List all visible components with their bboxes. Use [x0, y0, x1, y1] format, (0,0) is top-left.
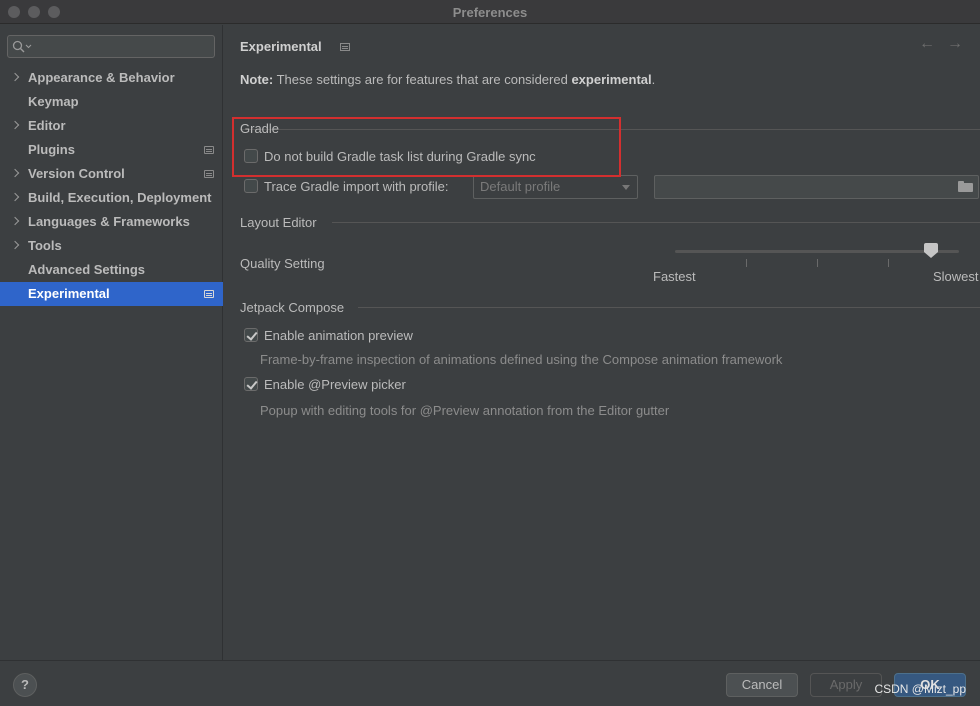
profile-path-field[interactable] [654, 175, 979, 199]
chevron-right-icon[interactable] [10, 120, 20, 130]
preview-picker-option[interactable]: Enable @Preview picker [244, 375, 406, 393]
sidebar-item-label: Plugins [28, 142, 75, 157]
slider-max-label: Slowest [933, 269, 979, 284]
forward-arrow-icon[interactable]: → [947, 35, 963, 53]
group-separator [332, 222, 980, 223]
preview-picker-checkbox[interactable] [244, 377, 258, 391]
trace-import-label: Trace Gradle import with profile: [264, 178, 449, 194]
sidebar-item-version-control[interactable]: Version Control [0, 162, 223, 186]
window-title: Preferences [452, 5, 528, 20]
quality-slider-track[interactable] [675, 250, 959, 253]
group-separator [358, 307, 980, 308]
sidebar-item-label: Build, Execution, Deployment [28, 190, 212, 205]
note-emphasis: experimental [571, 72, 652, 87]
note-end: . [651, 72, 656, 87]
folder-icon[interactable] [958, 181, 973, 193]
cancel-button[interactable]: Cancel [726, 673, 798, 697]
dialog-footer: ? Cancel Apply OK CSDN @Mizt_pp [0, 660, 980, 706]
profile-select[interactable]: Default profile [473, 175, 638, 199]
sidebar-item-build-execution-deployment[interactable]: Build, Execution, Deployment [0, 186, 223, 210]
sidebar-item-label: Advanced Settings [28, 262, 146, 277]
annotation-highlight-box [232, 117, 621, 177]
sidebar-item-label: Tools [28, 238, 62, 253]
sidebar-item-label: Keymap [28, 94, 79, 109]
help-button[interactable]: ? [13, 673, 37, 697]
settings-tree: Appearance & Behavior Keymap Editor Plug… [0, 66, 223, 306]
project-settings-icon [204, 146, 214, 154]
sidebar-item-label: Editor [28, 118, 66, 133]
animation-preview-label: Enable animation preview [264, 327, 413, 343]
chevron-right-icon[interactable] [10, 168, 20, 178]
sidebar-item-keymap[interactable]: Keymap [0, 90, 223, 114]
slider-min-label: Fastest [653, 269, 696, 284]
chevron-right-icon[interactable] [10, 192, 20, 202]
project-settings-icon [204, 170, 214, 178]
jetpack-compose-group-title: Jetpack Compose [240, 300, 345, 315]
project-settings-icon [204, 290, 214, 298]
page-title: Experimental [240, 39, 322, 54]
project-settings-icon [340, 43, 350, 51]
slider-tick [817, 259, 818, 267]
chevron-right-icon[interactable] [10, 216, 20, 226]
sidebar-item-languages-frameworks[interactable]: Languages & Frameworks [0, 210, 223, 234]
quality-setting-label: Quality Setting [240, 256, 325, 271]
preview-picker-label: Enable @Preview picker [264, 376, 406, 392]
sidebar-item-plugins[interactable]: Plugins [0, 138, 223, 162]
trace-import-option[interactable]: Trace Gradle import with profile: [244, 177, 448, 195]
trace-import-checkbox[interactable] [244, 179, 258, 193]
chevron-right-icon[interactable] [10, 240, 20, 250]
search-input[interactable] [7, 35, 215, 58]
experimental-note: Note: These settings are for features th… [240, 72, 655, 87]
animation-preview-option[interactable]: Enable animation preview [244, 326, 413, 344]
chevron-right-icon[interactable] [10, 72, 20, 82]
title-bar: Preferences [0, 0, 980, 24]
search-icon [12, 40, 32, 53]
slider-tick [888, 259, 889, 267]
sidebar-item-appearance-behavior[interactable]: Appearance & Behavior [0, 66, 223, 90]
animation-preview-checkbox[interactable] [244, 328, 258, 342]
animation-preview-description: Frame-by-frame inspection of animations … [260, 352, 783, 367]
profile-select-value: Default profile [480, 179, 561, 194]
settings-sidebar: Appearance & Behavior Keymap Editor Plug… [0, 25, 223, 660]
sidebar-item-experimental[interactable]: Experimental [0, 282, 223, 306]
sidebar-item-label: Experimental [28, 286, 110, 301]
slider-tick [746, 259, 747, 267]
sidebar-item-label: Appearance & Behavior [28, 70, 175, 85]
layout-editor-group-title: Layout Editor [240, 215, 317, 230]
sidebar-item-label: Languages & Frameworks [28, 214, 190, 229]
sidebar-item-editor[interactable]: Editor [0, 114, 223, 138]
sidebar-item-label: Version Control [28, 166, 125, 181]
sidebar-item-tools[interactable]: Tools [0, 234, 223, 258]
note-text: These settings are for features that are… [273, 72, 572, 87]
note-label: Note: [240, 72, 274, 87]
apply-button[interactable]: Apply [810, 673, 882, 697]
sidebar-item-advanced-settings[interactable]: Advanced Settings [0, 258, 223, 282]
dropdown-arrow-icon [622, 185, 630, 190]
preview-picker-description: Popup with editing tools for @Preview an… [260, 403, 670, 418]
back-arrow-icon[interactable]: ← [919, 35, 935, 53]
quality-slider-thumb[interactable] [923, 243, 938, 259]
watermark: CSDN @Mizt_pp [874, 682, 966, 696]
